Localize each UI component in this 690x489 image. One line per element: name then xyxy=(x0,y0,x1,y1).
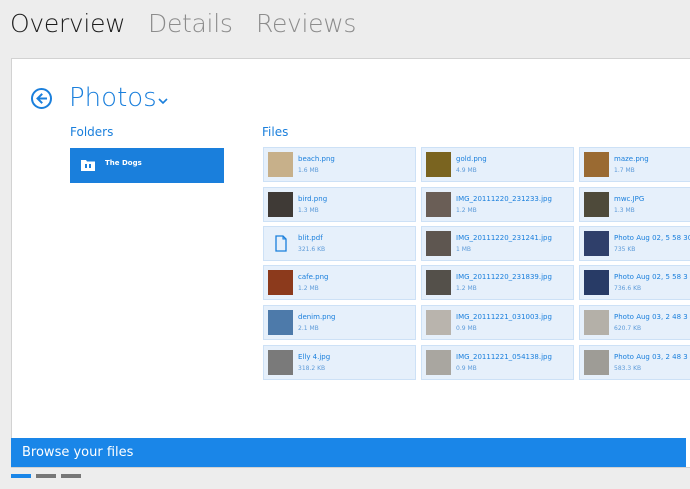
file-tile[interactable]: Photo Aug 02, 5 58 3 736.6 KB xyxy=(579,265,690,300)
file-tile[interactable]: beach.png 1.6 MB xyxy=(263,147,416,182)
image-thumbnail xyxy=(584,310,609,335)
file-name: Photo Aug 02, 5 58 3 xyxy=(614,273,688,281)
file-tile[interactable]: blit.pdf 321.6 KB xyxy=(263,226,416,261)
file-name: Photo Aug 03, 2 48 3 xyxy=(614,353,688,361)
file-name: bird.png xyxy=(298,195,328,203)
file-size: 0.9 MB xyxy=(456,365,477,372)
file-name: mwc.JPG xyxy=(614,195,645,203)
back-arrow-circle-icon xyxy=(36,93,47,104)
caption-bar: Browse your files xyxy=(11,438,686,467)
tab-reviews[interactable]: Reviews xyxy=(256,9,356,38)
image-thumbnail xyxy=(268,270,293,295)
pager-dot-3[interactable] xyxy=(61,474,81,478)
folder-icon xyxy=(81,160,95,171)
back-button[interactable] xyxy=(31,88,52,109)
image-thumbnail xyxy=(426,310,451,335)
folder-name: The Dogs xyxy=(105,159,142,167)
file-tile[interactable]: IMG_20111221_031003.jpg 0.9 MB xyxy=(421,305,574,340)
file-size: 735 KB xyxy=(614,246,636,253)
document-icon xyxy=(275,235,287,252)
file-tile[interactable]: Photo Aug 03, 2 48 3 620.7 KB xyxy=(579,305,690,340)
image-thumbnail xyxy=(584,270,609,295)
tab-bar: Overview Details Reviews xyxy=(0,0,690,56)
file-tile[interactable]: mwc.JPG 1.3 MB xyxy=(579,187,690,222)
file-name: cafe.png xyxy=(298,273,329,281)
file-size: 736.6 KB xyxy=(614,285,642,292)
caption-text: Browse your files xyxy=(22,445,134,460)
file-size: 0.9 MB xyxy=(456,325,477,332)
file-tile[interactable]: Elly 4.jpg 318.2 KB xyxy=(263,345,416,380)
pager-dot-2[interactable] xyxy=(36,474,56,478)
file-name: beach.png xyxy=(298,155,335,163)
image-thumbnail xyxy=(584,192,609,217)
page-title[interactable]: Photos xyxy=(69,83,157,113)
file-tile[interactable]: IMG_20111220_231233.jpg 1.2 MB xyxy=(421,187,574,222)
file-size: 1.2 MB xyxy=(456,285,477,292)
screenshot-frame: Photos Folders Files The Dogs beach.png 1… xyxy=(11,58,690,468)
file-tile[interactable]: Photo Aug 03, 2 48 3 583.3 KB xyxy=(579,345,690,380)
file-tile[interactable]: IMG_20111221_054138.jpg 0.9 MB xyxy=(421,345,574,380)
file-size: 321.6 KB xyxy=(298,246,326,253)
file-size: 620.7 KB xyxy=(614,325,642,332)
image-thumbnail xyxy=(584,231,609,256)
file-name: Photo Aug 03, 2 48 3 xyxy=(614,313,688,321)
file-name: maze.png xyxy=(614,155,649,163)
file-name: denim.png xyxy=(298,313,336,321)
file-tile[interactable]: Photo Aug 02, 5 58 30 735 KB xyxy=(579,226,690,261)
file-tile[interactable]: gold.png 4.9 MB xyxy=(421,147,574,182)
folders-heading: Folders xyxy=(70,125,114,139)
image-thumbnail xyxy=(268,192,293,217)
file-size: 1.6 MB xyxy=(298,167,319,174)
image-thumbnail xyxy=(426,152,451,177)
image-thumbnail xyxy=(268,350,293,375)
tab-details[interactable]: Details xyxy=(148,9,233,38)
files-heading: Files xyxy=(262,125,289,139)
file-size: 318.2 KB xyxy=(298,365,326,372)
file-size: 1 MB xyxy=(456,246,472,253)
image-thumbnail xyxy=(584,350,609,375)
file-size: 1.3 MB xyxy=(614,207,635,214)
file-name: IMG_20111220_231233.jpg xyxy=(456,195,552,203)
file-name: IMG_20111220_231241.jpg xyxy=(456,234,552,242)
file-tile[interactable]: bird.png 1.3 MB xyxy=(263,187,416,222)
file-size: 2.1 MB xyxy=(298,325,319,332)
image-thumbnail xyxy=(426,270,451,295)
file-tile[interactable]: maze.png 1.7 MB xyxy=(579,147,690,182)
folder-tile-the-dogs[interactable]: The Dogs xyxy=(70,148,224,183)
file-name: blit.pdf xyxy=(298,234,323,242)
chevron-down-icon[interactable] xyxy=(158,98,168,105)
image-thumbnail xyxy=(426,231,451,256)
file-name: IMG_20111221_054138.jpg xyxy=(456,353,552,361)
file-name: IMG_20111220_231839.jpg xyxy=(456,273,552,281)
image-thumbnail xyxy=(426,192,451,217)
file-name: Elly 4.jpg xyxy=(298,353,331,361)
file-size: 1.7 MB xyxy=(614,167,635,174)
file-name: gold.png xyxy=(456,155,487,163)
file-size: 1.3 MB xyxy=(298,207,319,214)
file-size: 4.9 MB xyxy=(456,167,477,174)
image-thumbnail xyxy=(268,152,293,177)
file-name: IMG_20111221_031003.jpg xyxy=(456,313,552,321)
file-size: 1.2 MB xyxy=(298,285,319,292)
image-thumbnail xyxy=(268,310,293,335)
pager-dot-1[interactable] xyxy=(11,474,31,478)
file-name: Photo Aug 02, 5 58 30 xyxy=(614,234,690,242)
file-tile[interactable]: IMG_20111220_231839.jpg 1.2 MB xyxy=(421,265,574,300)
tab-overview[interactable]: Overview xyxy=(10,9,126,38)
file-tile[interactable]: IMG_20111220_231241.jpg 1 MB xyxy=(421,226,574,261)
file-tile[interactable]: denim.png 2.1 MB xyxy=(263,305,416,340)
image-thumbnail xyxy=(584,152,609,177)
image-thumbnail xyxy=(426,350,451,375)
file-size: 583.3 KB xyxy=(614,365,642,372)
file-size: 1.2 MB xyxy=(456,207,477,214)
file-tile[interactable]: cafe.png 1.2 MB xyxy=(263,265,416,300)
